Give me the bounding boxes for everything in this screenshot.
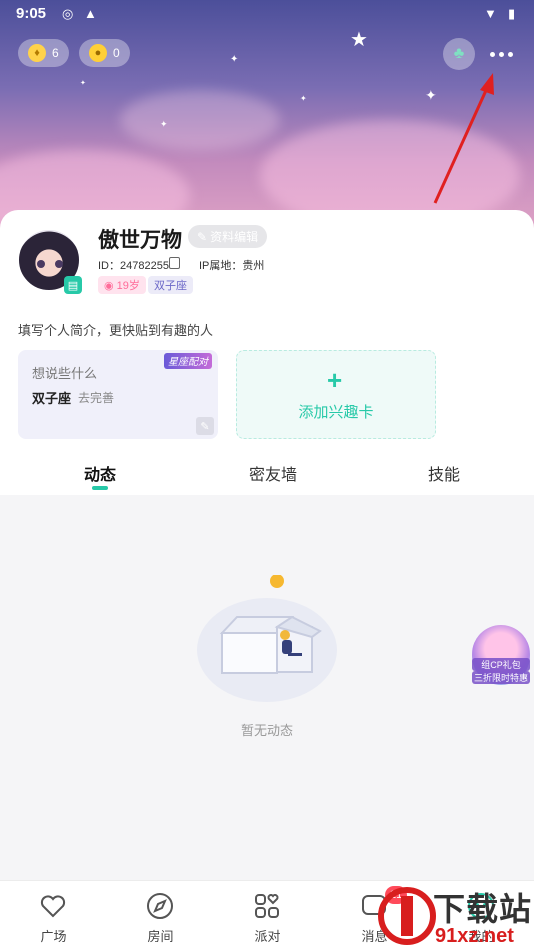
star-decor: ✦ [160, 119, 168, 129]
more-dots-icon [489, 51, 495, 57]
watermark-url: 91xz.net [435, 925, 514, 947]
gold-gem-icon: ♦ [28, 44, 46, 62]
star-decor: ✦ [300, 94, 307, 103]
wallet-button[interactable]: ♣ [443, 38, 475, 70]
empty-feed-text: 暂无动态 [240, 723, 293, 738]
nav-party[interactable]: 派对 [214, 881, 321, 950]
coin-icon: ● [89, 44, 107, 62]
more-button[interactable] [484, 42, 518, 66]
status-time: 9:05 [16, 5, 47, 22]
grid-heart-icon [255, 894, 279, 918]
star-decor: ✦ [80, 80, 86, 87]
nav-square-label: 广场 [40, 929, 67, 944]
edit-profile-button[interactable]: ✎ 资料编辑 [188, 225, 268, 248]
store-icon[interactable]: ▤ [64, 276, 82, 294]
coin-count: 0 [113, 46, 120, 60]
tab-indicator [92, 486, 108, 490]
star-decor: ★ [350, 29, 368, 51]
app-status-icon: ◎ [62, 6, 74, 21]
nav-rooms[interactable]: 房间 [107, 881, 214, 950]
add-interest-label: 添加兴趣卡 [298, 404, 374, 421]
user-id: ID：24782255 [98, 260, 169, 272]
coin-balance[interactable]: ● 0 [79, 39, 130, 67]
money-bag-icon: ♣ [453, 45, 465, 62]
pencil-icon: ✎ [197, 229, 208, 244]
gem-balance[interactable]: ♦ 6 [18, 39, 69, 67]
zodiac-tag: 双子座 [148, 276, 193, 294]
gem-count: 6 [52, 46, 59, 60]
compass-icon [147, 893, 173, 919]
username: 傲世万物 [98, 229, 182, 252]
tab-moments[interactable]: 动态 [84, 461, 116, 485]
copy-icon[interactable] [169, 257, 180, 269]
gender-age-tag: ◉ 19岁 [98, 276, 146, 294]
nav-party-label: 派对 [254, 929, 281, 944]
wifi-icon: ▼ [484, 6, 497, 21]
female-icon: ◉ [104, 279, 114, 292]
cloud-decor [120, 90, 280, 150]
status-bar: 9:05 ◎ ▲ ▼ ▮ [0, 0, 534, 28]
star-decor: ✦ [230, 54, 239, 65]
mood-card[interactable]: 想说些什么 双子座 去完善 星座配对 ✎ [18, 350, 218, 439]
tab-skills[interactable]: 技能 [428, 461, 460, 485]
mood-zodiac: 双子座 [32, 391, 72, 406]
star-decor: ✦ [425, 87, 437, 103]
plus-icon: + [327, 365, 343, 395]
age-label: 19岁 [116, 280, 140, 292]
nav-square[interactable]: 广场 [0, 881, 107, 950]
nav-rooms-label: 房间 [147, 929, 174, 944]
edit-pen-icon[interactable]: ✎ [196, 417, 214, 435]
empty-box-illustration [197, 575, 337, 702]
bio-placeholder[interactable]: 填写个人简介，更快贴到有趣的人 [18, 320, 213, 339]
battery-icon: ▮ [508, 6, 516, 21]
ip-location: IP属地：贵州 [199, 260, 265, 272]
notification-icon: ▲ [84, 6, 97, 21]
promo-line1: 组CP礼包 [472, 658, 530, 671]
add-interest-card[interactable]: + 添加兴趣卡 [236, 350, 436, 439]
heart-icon [40, 895, 66, 918]
watermark-title: 下载站 [433, 891, 533, 927]
edit-profile-label: 资料编辑 [210, 230, 259, 244]
mood-question: 想说些什么 [32, 366, 98, 381]
mood-complete-link[interactable]: 去完善 [78, 389, 114, 406]
zodiac-match-sticker: 星座配对 [164, 353, 212, 369]
tab-friend-wall[interactable]: 密友墙 [249, 461, 297, 485]
promo-line2: 三折限时特惠 [472, 671, 530, 684]
